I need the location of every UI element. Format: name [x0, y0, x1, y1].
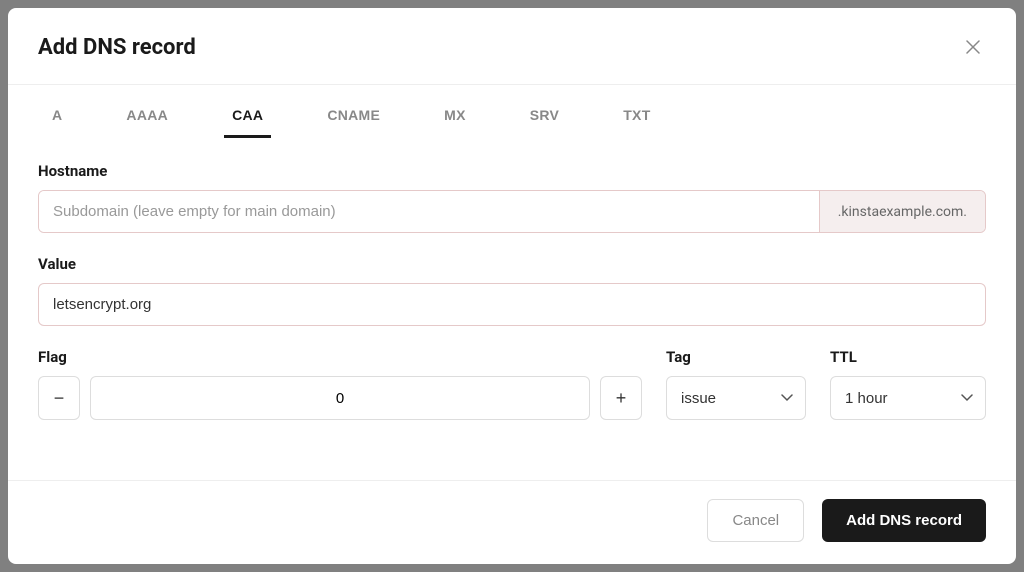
form-body: Hostname .kinstaexample.com. Value Flag …: [8, 138, 1016, 430]
hostname-label: Hostname: [38, 162, 986, 180]
flag-decrement-button[interactable]: −: [38, 376, 80, 420]
value-label: Value: [38, 255, 986, 273]
hostname-group: Hostname .kinstaexample.com.: [38, 162, 986, 233]
record-type-tabs: A AAAA CAA CNAME MX SRV TXT: [8, 85, 1016, 138]
tab-caa[interactable]: CAA: [224, 103, 271, 138]
ttl-select[interactable]: 1 hour: [830, 376, 986, 420]
ttl-group: TTL 1 hour: [830, 348, 986, 420]
flag-input[interactable]: [90, 376, 590, 420]
flag-stepper: − +: [38, 376, 642, 420]
tab-a[interactable]: A: [44, 103, 70, 138]
modal-footer: Cancel Add DNS record: [8, 480, 1016, 564]
ttl-label: TTL: [830, 348, 986, 366]
tab-cname[interactable]: CNAME: [319, 103, 388, 138]
minus-icon: −: [54, 388, 65, 409]
close-icon: [966, 40, 980, 54]
hostname-input-wrap: .kinstaexample.com.: [38, 190, 986, 233]
close-button[interactable]: [960, 34, 986, 60]
value-input[interactable]: [38, 283, 986, 326]
add-dns-record-modal: Add DNS record A AAAA CAA CNAME MX SRV T…: [8, 8, 1016, 564]
modal-header: Add DNS record: [8, 8, 1016, 85]
tag-select[interactable]: issue: [666, 376, 806, 420]
flag-group: Flag − +: [38, 348, 642, 420]
domain-suffix: .kinstaexample.com.: [819, 191, 985, 232]
tag-group: Tag issue: [666, 348, 806, 420]
hostname-input[interactable]: [39, 191, 819, 232]
tab-aaaa[interactable]: AAAA: [118, 103, 176, 138]
flag-label: Flag: [38, 348, 642, 366]
value-group: Value: [38, 255, 986, 326]
cancel-button[interactable]: Cancel: [707, 499, 804, 542]
options-row: Flag − + Tag issue TTL: [38, 348, 986, 420]
tab-txt[interactable]: TXT: [615, 103, 658, 138]
flag-increment-button[interactable]: +: [600, 376, 642, 420]
modal-title: Add DNS record: [38, 35, 196, 60]
tab-srv[interactable]: SRV: [522, 103, 567, 138]
add-dns-record-button[interactable]: Add DNS record: [822, 499, 986, 542]
plus-icon: +: [616, 388, 627, 409]
tag-label: Tag: [666, 348, 806, 366]
tab-mx[interactable]: MX: [436, 103, 474, 138]
